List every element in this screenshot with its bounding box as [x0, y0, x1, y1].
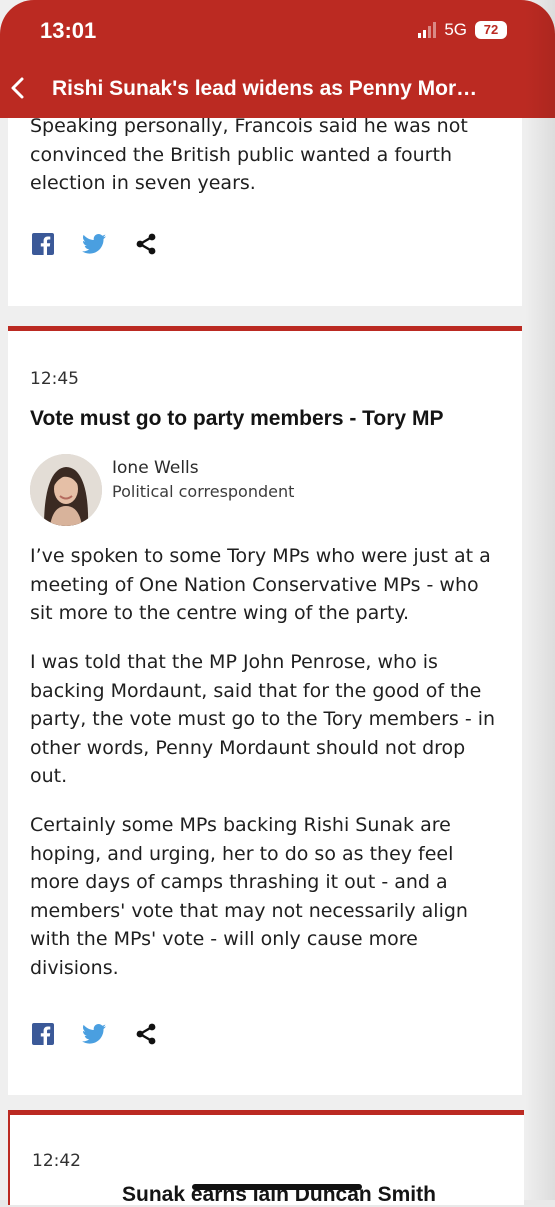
twitter-icon[interactable]: [82, 234, 106, 254]
post-time: 12:42: [32, 1151, 81, 1171]
author-role: Political correspondent: [112, 482, 295, 501]
share-icon[interactable]: [134, 232, 158, 256]
screen-edge-shadow: [525, 0, 555, 1200]
share-icon[interactable]: [134, 1022, 158, 1046]
twitter-icon[interactable]: [82, 1024, 106, 1044]
post-time: 12:45: [30, 369, 79, 389]
facebook-icon[interactable]: [32, 233, 54, 255]
signal-icon: [418, 22, 437, 38]
live-post-card: 12:45 Vote must go to party members - To…: [8, 326, 522, 1095]
app-header: 13:01 5G 72 Rishi Sunak's lead widens as…: [0, 0, 555, 118]
status-indicators: 5G 72: [418, 20, 507, 40]
facebook-icon[interactable]: [32, 1023, 54, 1045]
phone-screen: 13:01 5G 72 Rishi Sunak's lead widens as…: [0, 0, 555, 1206]
author-name[interactable]: Ione Wells: [112, 458, 199, 478]
share-bar: [32, 1022, 158, 1046]
author-avatar: [30, 454, 102, 526]
post-paragraph: Certainly some MPs backing Rishi Sunak a…: [30, 814, 468, 979]
post-body-text: Speaking personally, Francois said he wa…: [30, 115, 468, 194]
post-paragraph: I’ve spoken to some Tory MPs who were ju…: [30, 545, 491, 624]
battery-icon: 72: [475, 21, 507, 39]
network-type: 5G: [444, 20, 467, 39]
post-title: Vote must go to party members - Tory MP: [30, 407, 444, 430]
live-post-card: Speaking personally, Francois said he wa…: [8, 115, 522, 306]
post-paragraph: I was told that the MP John Penrose, who…: [30, 651, 496, 787]
home-indicator[interactable]: [192, 1184, 362, 1190]
back-arrow-icon[interactable]: [8, 76, 30, 100]
share-bar: [32, 232, 158, 256]
status-time: 13:01: [40, 18, 97, 43]
page-title: Rishi Sunak's lead widens as Penny Mor…: [52, 77, 478, 100]
